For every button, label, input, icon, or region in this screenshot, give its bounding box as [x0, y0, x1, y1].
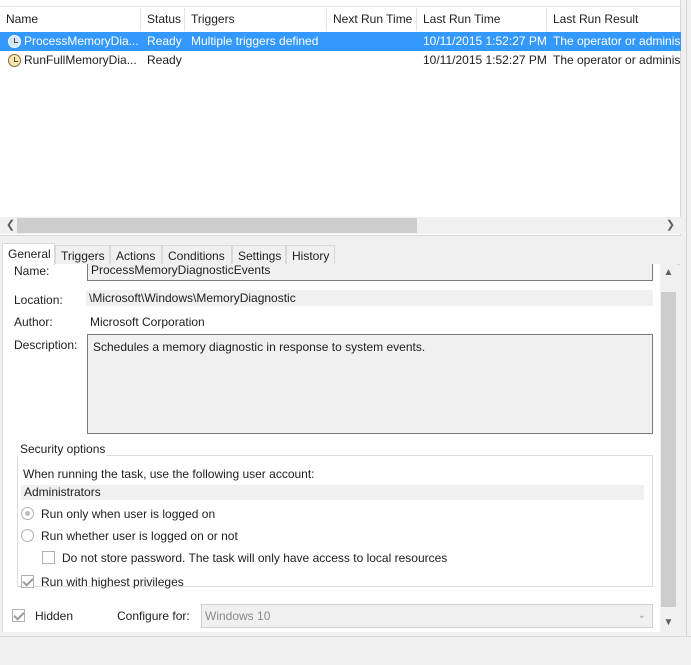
table-row[interactable]: ProcessMemoryDia... Ready Multiple trigg…: [0, 32, 681, 51]
task-name-cell: ProcessMemoryDia...: [24, 34, 139, 48]
tab-settings[interactable]: Settings: [232, 245, 286, 265]
radio-logged-on[interactable]: [21, 507, 34, 520]
table-row[interactable]: RunFullMemoryDia... Ready 10/11/2015 1:5…: [0, 51, 681, 70]
do-not-store-password-checkbox[interactable]: [42, 551, 55, 564]
task-list-pane: Name Status Triggers Next Run Time Last …: [0, 0, 681, 236]
column-header-triggers[interactable]: Triggers: [185, 8, 327, 31]
scroll-right-arrow-icon[interactable]: ❯: [662, 217, 679, 234]
task-last-result-cell: The operator or adminis: [553, 53, 681, 67]
task-status-cell: Ready: [147, 34, 182, 48]
radio-logged-on-label[interactable]: Run only when user is logged on: [41, 507, 215, 521]
user-account-field[interactable]: Administrators: [21, 485, 644, 500]
hidden-checkbox[interactable]: [12, 609, 25, 622]
column-header-name[interactable]: Name: [0, 8, 141, 31]
hidden-label[interactable]: Hidden: [35, 609, 73, 623]
task-last-run-cell: 10/11/2015 1:52:27 PM: [423, 34, 547, 48]
tab-actions[interactable]: Actions: [110, 245, 162, 265]
author-label: Author:: [14, 315, 53, 329]
column-header-status[interactable]: Status: [141, 8, 185, 31]
task-status-cell: Ready: [147, 53, 182, 67]
general-panel: Name: ProcessMemoryDiagnosticEvents Loca…: [2, 264, 661, 632]
chevron-down-icon: ⌄: [637, 610, 646, 621]
highest-privileges-checkbox[interactable]: [21, 575, 34, 588]
task-last-run-cell: 10/11/2015 1:52:27 PM: [423, 53, 547, 67]
configure-for-dropdown[interactable]: Windows 10 ⌄: [201, 604, 653, 628]
horizontal-scroll-thumb[interactable]: [17, 218, 417, 233]
radio-whether-logged-on-label[interactable]: Run whether user is logged on or not: [41, 529, 238, 543]
description-text: Schedules a memory diagnostic in respons…: [93, 340, 426, 354]
scroll-up-arrow-icon[interactable]: ▲: [660, 264, 677, 281]
status-bar: [0, 636, 691, 665]
vertical-scroll-thumb[interactable]: [661, 292, 676, 607]
author-value: Microsoft Corporation: [90, 315, 205, 329]
column-header-last-run-result[interactable]: Last Run Result: [547, 8, 681, 31]
tab-conditions[interactable]: Conditions: [162, 245, 232, 265]
name-field[interactable]: ProcessMemoryDiagnosticEvents: [87, 264, 653, 281]
properties-tabs: General Triggers Actions Conditions Sett…: [2, 243, 680, 265]
task-last-result-cell: The operator or adminis: [553, 34, 681, 48]
tab-history[interactable]: History: [286, 245, 335, 265]
tab-general[interactable]: General: [2, 243, 55, 265]
task-next-run-cell: [333, 51, 417, 70]
vertical-scrollbar[interactable]: ▲ ▼: [660, 264, 677, 632]
task-next-run-cell: [333, 32, 417, 51]
task-name-cell: RunFullMemoryDia...: [24, 53, 137, 67]
task-triggers-cell: Multiple triggers defined: [191, 34, 319, 48]
task-clock-icon: [8, 54, 21, 67]
horizontal-scrollbar[interactable]: ❮ ❯: [0, 217, 681, 234]
radio-whether-logged-on[interactable]: [21, 529, 34, 542]
highest-privileges-label[interactable]: Run with highest privileges: [41, 575, 184, 589]
tab-triggers[interactable]: Triggers: [55, 245, 110, 265]
location-label: Location:: [14, 293, 63, 307]
column-headers: Name Status Triggers Next Run Time Last …: [0, 8, 681, 31]
list-top-border: [0, 6, 681, 7]
configure-for-value: Windows 10: [205, 609, 271, 623]
description-label: Description:: [14, 338, 78, 352]
task-clock-icon: [8, 35, 21, 48]
do-not-store-password-label[interactable]: Do not store password. The task will onl…: [62, 551, 447, 565]
task-triggers-cell: [191, 51, 327, 70]
name-label: Name:: [14, 264, 50, 278]
window-right-edge: [686, 0, 691, 665]
description-field[interactable]: Schedules a memory diagnostic in respons…: [87, 334, 653, 434]
location-field[interactable]: \Microsoft\Windows\MemoryDiagnostic: [86, 290, 653, 306]
security-options-title: Security options: [18, 442, 108, 456]
column-header-last-run-time[interactable]: Last Run Time: [417, 8, 547, 31]
account-prompt: When running the task, use the following…: [23, 467, 315, 481]
column-header-next-run-time[interactable]: Next Run Time: [327, 8, 417, 31]
scroll-down-arrow-icon[interactable]: ▼: [660, 614, 677, 631]
configure-for-label: Configure for:: [117, 609, 190, 623]
